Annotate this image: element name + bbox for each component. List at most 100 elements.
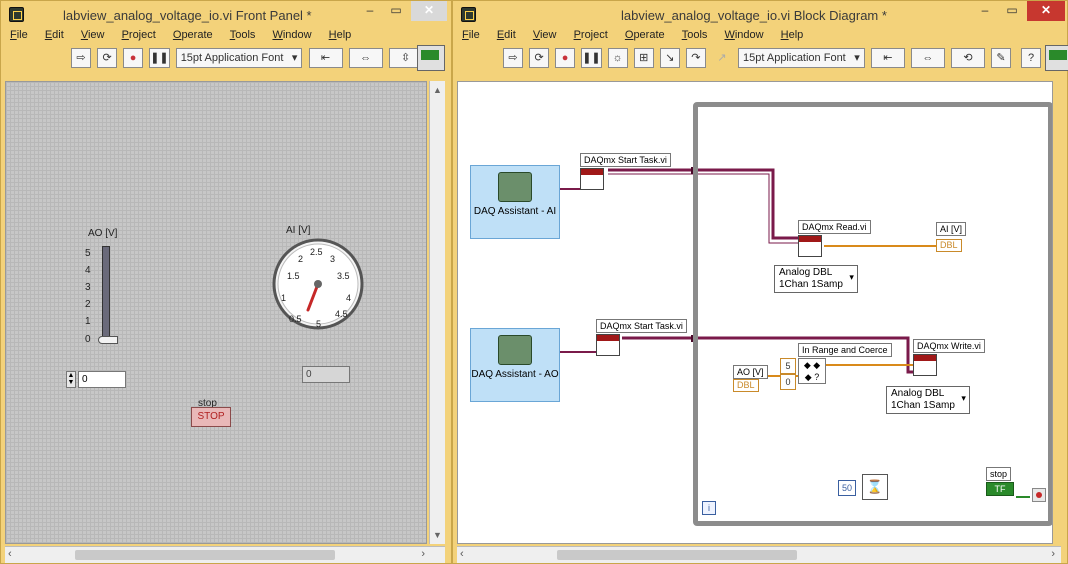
ai-scale-4.5: 4.5 [335,309,348,319]
start-task-ai-icon[interactable] [580,168,604,190]
abort-icon[interactable]: ● [123,48,144,68]
ao-increment-arrows[interactable]: ▲ ▼ [66,371,76,388]
daq-assistant-icon [498,335,532,365]
horizontal-scroll-thumb[interactable] [75,550,335,560]
daq-assistant-ao[interactable]: DAQ Assistant - AO [470,328,560,402]
ao-scale-3: 3 [85,282,91,293]
scroll-down-icon[interactable]: ▼ [433,530,442,540]
lower-limit-constant[interactable]: 0 [780,374,796,390]
run-continuously-icon[interactable]: ⟳ [529,48,550,68]
write-mode-line1: Analog DBL [891,388,945,399]
stop-button[interactable]: STOP [191,407,231,427]
window-title: labview_analog_voltage_io.vi Block Diagr… [621,8,887,23]
menu-window[interactable]: Window [272,29,311,41]
minimize-button[interactable]: – [973,1,997,21]
daqmx-read-icon[interactable] [798,235,822,257]
daq-assistant-ai[interactable]: DAQ Assistant - AI [470,165,560,239]
menu-file[interactable]: File [462,29,480,41]
daq-assistant-icon [498,172,532,202]
menu-project[interactable]: Project [574,29,608,41]
step-over-icon[interactable]: ↷ [685,48,706,68]
start-task-ao-caption: DAQmx Start Task.vi [596,319,687,333]
horizontal-scroll-thumb[interactable] [557,550,797,560]
ao-slider-thumb[interactable] [98,336,118,344]
align-objects-icon[interactable]: ⇤ [308,48,343,68]
menu-edit[interactable]: Edit [497,29,516,41]
upper-limit-constant[interactable]: 5 [780,358,796,374]
ai-scale-3.5: 3.5 [337,271,350,281]
ao-numeric-control[interactable]: 0 [78,371,126,388]
run-arrow-icon[interactable]: ⇨ [71,48,91,68]
ai-scale-5: 5 [316,319,322,329]
pause-icon[interactable]: ❚❚ [149,48,170,68]
toolbar: ⇨ ⟳ ● ❚❚ 15pt Application Font ⇤ ⇔ ⇳ [71,48,426,70]
highlight-execution-icon[interactable]: ☼ [607,48,628,68]
menu-tools[interactable]: Tools [230,29,256,41]
daqmx-write-icon[interactable] [913,354,937,376]
step-into-icon[interactable]: ↘ [659,48,680,68]
horizontal-scrollbar[interactable]: ‹ › [457,546,1061,563]
ao-slider-track[interactable] [102,246,110,342]
scroll-right-icon[interactable]: › [421,548,425,560]
run-arrow-icon[interactable]: ⇨ [503,48,523,68]
pause-icon[interactable]: ❚❚ [581,48,602,68]
start-task-ao-icon[interactable] [596,334,620,356]
menu-view[interactable]: View [81,29,105,41]
menu-window[interactable]: Window [724,29,763,41]
ao-scale-0: 0 [85,334,91,345]
align-objects-icon[interactable]: ⇤ [870,48,905,68]
wait-ms-constant[interactable]: 50 [838,480,856,496]
stop-boolean-terminal[interactable]: TF [986,482,1014,496]
font-selector[interactable]: 15pt Application Font [175,48,303,68]
while-loop[interactable]: i [693,102,1052,526]
distribute-objects-icon[interactable]: ⇔ [348,48,383,68]
ao-slider-label: AO [V] [88,228,118,239]
connector-pane-icon[interactable] [417,45,445,71]
close-button[interactable]: ✕ [1027,1,1065,21]
labview-app-icon [461,7,476,22]
maximize-button[interactable]: ▭ [1001,1,1023,21]
maximize-button[interactable]: ▭ [385,1,407,21]
write-mode-selector[interactable]: Analog DBL 1Chan 1Samp [886,386,970,414]
loop-iteration-terminal: i [702,501,716,515]
reorder-icon[interactable]: ⟲ [950,48,985,68]
in-range-coerce-icon[interactable]: ◆ ◆ ◆ ? [798,358,826,384]
vertical-scrollbar[interactable]: ▲ ▼ [429,81,445,544]
horizontal-scrollbar[interactable]: ‹ › [5,546,445,563]
context-help-icon[interactable]: ? [1021,48,1041,68]
run-continuously-icon[interactable]: ⟳ [97,48,118,68]
scroll-right-icon[interactable]: › [1051,548,1055,560]
ai-indicator-terminal[interactable]: DBL [936,239,962,252]
scroll-up-icon[interactable]: ▲ [433,85,442,95]
font-selector[interactable]: 15pt Application Font [738,48,865,68]
ao-scale-2: 2 [85,299,91,310]
scroll-left-icon[interactable]: ‹ [460,548,464,560]
scroll-left-icon[interactable]: ‹ [8,548,12,560]
abort-icon[interactable]: ● [555,48,576,68]
step-out-icon[interactable]: ↗ [712,48,732,68]
menu-help[interactable]: Help [329,29,352,41]
block-diagram-canvas: i DAQ Assistant - AI DAQ Assistant - AO … [457,81,1053,544]
menu-project[interactable]: Project [122,29,156,41]
close-button[interactable]: ✕ [411,1,447,21]
menu-help[interactable]: Help [781,29,804,41]
menu-edit[interactable]: Edit [45,29,64,41]
ai-gauge-label: AI [V] [286,225,311,236]
daq-assistant-ao-label: DAQ Assistant - AO [471,369,559,380]
menu-operate[interactable]: Operate [173,29,213,41]
menu-view[interactable]: View [533,29,557,41]
menu-file[interactable]: File [10,29,28,41]
daqmx-write-caption: DAQmx Write.vi [913,339,985,353]
retain-wire-values-icon[interactable]: ⊞ [633,48,654,68]
wait-ms-icon[interactable]: ⌛ [862,474,888,500]
read-mode-line2: 1Chan 1Samp [779,279,843,290]
vi-icon[interactable] [1045,45,1068,71]
clean-up-diagram-icon[interactable]: ✎ [991,48,1011,68]
menu-tools[interactable]: Tools [682,29,708,41]
menu-operate[interactable]: Operate [625,29,665,41]
ao-control-terminal[interactable]: DBL [733,379,759,392]
loop-condition-terminal[interactable] [1032,488,1046,502]
read-mode-selector[interactable]: Analog DBL 1Chan 1Samp [774,265,858,293]
distribute-objects-icon[interactable]: ⇔ [910,48,945,68]
minimize-button[interactable]: – [359,1,381,21]
